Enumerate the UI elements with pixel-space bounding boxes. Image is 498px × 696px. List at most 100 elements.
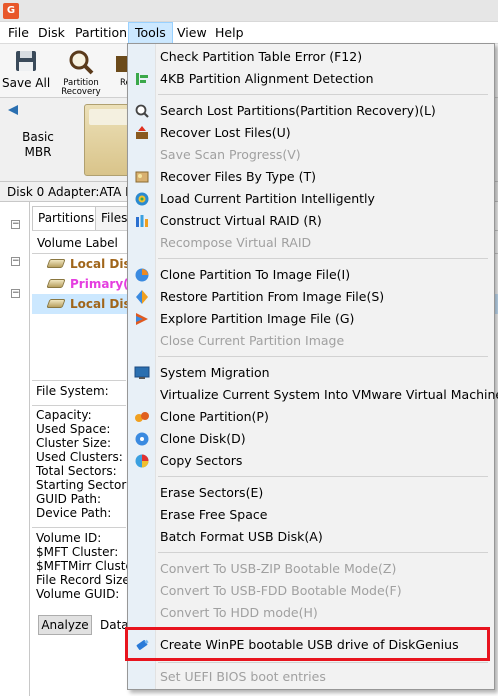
- explore-image-icon: [136, 313, 148, 325]
- menu-item-label: Recompose Virtual RAID: [160, 235, 312, 250]
- menu-item-label: Load Current Partition Intelligently: [160, 191, 375, 206]
- clone-image-icon: [135, 268, 149, 282]
- disk-type: Basic MBR: [6, 130, 70, 160]
- highlight-annotation: [125, 627, 490, 661]
- menu-item-explore-partition-image[interactable]: Explore Partition Image File (G): [128, 308, 494, 330]
- used-clusters-label: Used Clusters:: [36, 450, 123, 464]
- menu-item-clone-disk[interactable]: Clone Disk(D): [128, 428, 494, 450]
- file-record-size-label: File Record Size:: [36, 573, 134, 587]
- volume-guid-label: Volume GUID:: [36, 587, 120, 601]
- menu-partition[interactable]: Partition: [69, 22, 133, 44]
- menu-item-label: Check Partition Table Error (F12): [160, 49, 363, 64]
- device-path-label: Device Path:: [36, 506, 112, 520]
- menu-item-load-current-partition[interactable]: Load Current Partition Intelligently: [128, 188, 494, 210]
- menu-item-erase-free-space[interactable]: Erase Free Space: [128, 504, 494, 526]
- menu-item-set-uefi-boot[interactable]: Set UEFI BIOS boot entries: [128, 666, 494, 688]
- tab-partitions[interactable]: Partitions: [32, 206, 101, 231]
- mftmirr-cluster-label: $MFTMirr Cluster:: [36, 559, 142, 573]
- disk-mbr-label: MBR: [24, 145, 52, 159]
- menu-item-convert-usb-zip[interactable]: Convert To USB-ZIP Bootable Mode(Z): [128, 558, 494, 580]
- mft-cluster-label: $MFT Cluster:: [36, 545, 119, 559]
- menu-item-label: Erase Free Space: [160, 507, 268, 522]
- magnifier-icon: [135, 104, 149, 118]
- restore-image-icon: [136, 290, 148, 304]
- menu-item-label: Virtualize Current System Into VMware Vi…: [160, 387, 498, 402]
- menu-item-convert-hdd[interactable]: Convert To HDD mode(H): [128, 602, 494, 624]
- menu-item-construct-virtual-raid[interactable]: Construct Virtual RAID (R): [128, 210, 494, 232]
- menu-item-recover-files-by-type[interactable]: Recover Files By Type (T): [128, 166, 494, 188]
- menu-item-label: Batch Format USB Disk(A): [160, 529, 323, 544]
- partition-recovery-label: Partition Recovery: [61, 78, 101, 97]
- menu-item-system-migration[interactable]: System Migration: [128, 362, 494, 384]
- menu-item-clone-partition[interactable]: Clone Partition(P): [128, 406, 494, 428]
- menu-tools[interactable]: Tools: [128, 22, 173, 44]
- menu-item-virtualize-system[interactable]: Virtualize Current System Into VMware Vi…: [128, 384, 498, 406]
- menu-item-convert-usb-fdd[interactable]: Convert To USB-FDD Bootable Mode(F): [128, 580, 494, 602]
- menu-item-label: Close Current Partition Image: [160, 333, 345, 348]
- menu-item-label: Clone Partition(P): [160, 409, 269, 424]
- save-all-button[interactable]: Save All: [2, 48, 50, 90]
- disk-basic-label: Basic: [22, 130, 54, 144]
- used-space-label: Used Space:: [36, 422, 111, 436]
- menu-item-label: Convert To USB-ZIP Bootable Mode(Z): [160, 561, 397, 576]
- copy-sectors-icon: [135, 454, 149, 468]
- volume-icon: [46, 299, 66, 308]
- file-type-icon: [135, 171, 149, 183]
- menu-item-search-lost-partitions[interactable]: Search Lost Partitions(Partition Recover…: [128, 100, 494, 122]
- menu-item-restore-partition-from-image[interactable]: Restore Partition From Image File(S): [128, 286, 494, 308]
- menu-file[interactable]: File: [2, 22, 35, 44]
- menu-item-batch-format-usb[interactable]: Batch Format USB Disk(A): [128, 526, 494, 548]
- partition-recovery-button[interactable]: Partition Recovery: [58, 48, 104, 97]
- total-sectors-label: Total Sectors:: [36, 464, 117, 478]
- clone-partition-icon: [135, 412, 149, 422]
- recover-files-icon: [136, 126, 148, 139]
- save-icon: [16, 51, 36, 71]
- menu-item-close-partition-image[interactable]: Close Current Partition Image: [128, 330, 494, 352]
- align-icon: [136, 73, 148, 85]
- menu-disk[interactable]: Disk: [32, 22, 71, 44]
- starting-sector-label: Starting Sector:: [36, 478, 131, 492]
- tree-collapse-icon[interactable]: −: [11, 289, 20, 298]
- menu-item-label: Clone Partition To Image File(I): [160, 267, 351, 282]
- file-system-label: File System:: [36, 384, 109, 398]
- analyze-button[interactable]: Analyze: [38, 615, 92, 635]
- arrow-left-icon[interactable]: [6, 104, 20, 116]
- menu-item-erase-sectors[interactable]: Erase Sectors(E): [128, 482, 494, 504]
- menu-item-4kb-alignment[interactable]: 4KB Partition Alignment Detection: [128, 68, 494, 90]
- menu-item-recover-lost-files[interactable]: Recover Lost Files(U): [128, 122, 494, 144]
- disk-tree: − − −: [0, 202, 30, 696]
- menu-item-clone-partition-to-image[interactable]: Clone Partition To Image File(I): [128, 264, 494, 286]
- load-partition-icon: [135, 192, 149, 206]
- menu-item-label: Erase Sectors(E): [160, 485, 264, 500]
- capacity-label: Capacity:: [36, 408, 92, 422]
- tree-collapse-icon[interactable]: −: [11, 257, 20, 266]
- menu-item-copy-sectors[interactable]: Copy Sectors: [128, 450, 494, 472]
- menu-bar: File Disk Partition Tools View Help: [0, 22, 498, 44]
- menu-item-check-partition-table[interactable]: Check Partition Table Error (F12): [128, 46, 494, 68]
- menu-item-save-scan-progress[interactable]: Save Scan Progress(V): [128, 144, 494, 166]
- volume-id-label: Volume ID:: [36, 531, 102, 545]
- tree-collapse-icon[interactable]: −: [11, 220, 20, 229]
- tools-menu: Check Partition Table Error (F12) 4KB Pa…: [127, 43, 498, 690]
- menu-item-label: System Migration: [160, 365, 270, 380]
- save-all-label: Save All: [2, 76, 51, 90]
- menu-item-label: 4KB Partition Alignment Detection: [160, 71, 374, 86]
- menu-item-label: Recover Files By Type (T): [160, 169, 316, 184]
- menu-item-label: Copy Sectors: [160, 453, 243, 468]
- menu-item-label: Set UEFI BIOS boot entries: [160, 669, 326, 684]
- menu-item-label: Convert To USB-FDD Bootable Mode(F): [160, 583, 402, 598]
- menu-item-label: Construct Virtual RAID (R): [160, 213, 322, 228]
- menu-help[interactable]: Help: [209, 22, 250, 44]
- raid-icon: [136, 215, 148, 227]
- volume-icon: [46, 259, 66, 268]
- menu-item-recompose-virtual-raid[interactable]: Recompose Virtual RAID: [128, 232, 494, 254]
- volume-icon: [46, 279, 66, 288]
- menu-item-label: Recover Lost Files(U): [160, 125, 291, 140]
- menu-view[interactable]: View: [171, 22, 213, 44]
- app-logo-icon: G: [3, 3, 19, 19]
- menu-item-label: Search Lost Partitions(Partition Recover…: [160, 103, 436, 118]
- guid-path-label: GUID Path:: [36, 492, 102, 506]
- menu-item-label: Explore Partition Image File (G): [160, 311, 355, 326]
- title-bar: G: [0, 0, 498, 22]
- menu-item-label: Clone Disk(D): [160, 431, 246, 446]
